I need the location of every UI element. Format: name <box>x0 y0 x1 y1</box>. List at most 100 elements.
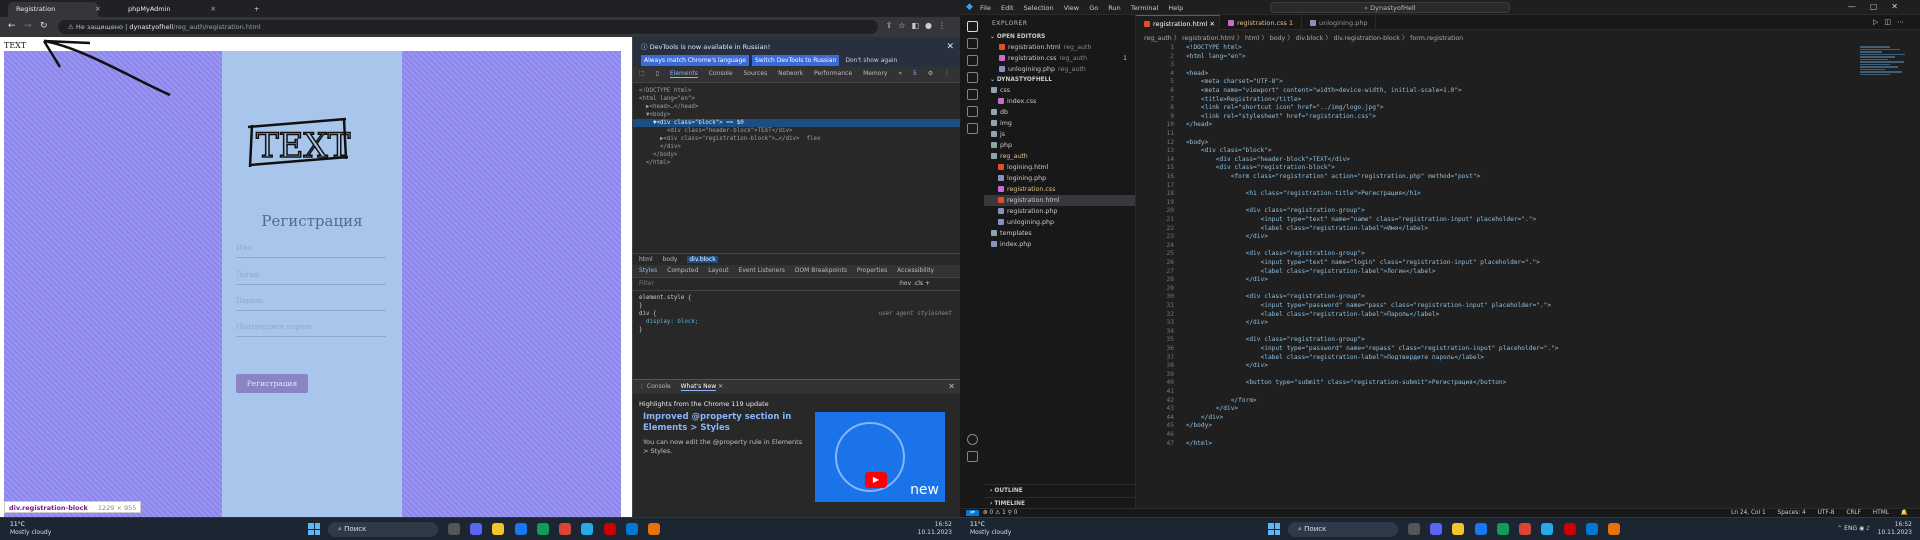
switch-russian-button[interactable]: Switch DevTools to Russian <box>751 55 840 66</box>
match-language-button[interactable]: Always match Chrome's language <box>641 55 749 66</box>
code-line[interactable]: <input type="text" name="name" class="re… <box>1186 216 1537 223</box>
menu-file[interactable]: File <box>980 4 991 12</box>
code-line[interactable]: <link rel="stylesheet" href="registratio… <box>1186 113 1376 120</box>
dom-line[interactable]: ▶<head>…</head> <box>639 104 698 110</box>
crumb-html[interactable]: html <box>639 256 653 263</box>
task-view-icon[interactable] <box>1408 523 1420 535</box>
code-line[interactable]: <div class="block"> <box>1186 147 1272 154</box>
address-bar[interactable]: ⚠ Не защищено | dynastyofhell/reg_auth/r… <box>58 20 878 34</box>
app-icon[interactable] <box>559 523 572 535</box>
explorer-item[interactable]: templates <box>984 228 1135 239</box>
chrome-active-icon[interactable] <box>1608 523 1621 535</box>
tab-elements[interactable]: Elements <box>669 70 698 78</box>
code-line[interactable]: <title>Registration</title> <box>1186 96 1302 103</box>
close-drawer-icon[interactable]: ✕ <box>948 382 955 391</box>
explorer-item[interactable]: unlogining.php reg_auth <box>984 64 1135 75</box>
code-line[interactable]: <input type="text" name="login" class="r… <box>1186 259 1540 266</box>
explorer-icon[interactable] <box>966 21 978 32</box>
code-line[interactable]: <label class="registration-label">Пароль… <box>1186 311 1440 318</box>
kebab-icon[interactable]: ⋮ <box>944 70 950 77</box>
bell-icon[interactable]: 🔔 <box>1901 510 1908 516</box>
source-control-icon[interactable] <box>966 55 978 66</box>
code-line[interactable]: <div class="registration-block"> <box>1186 164 1335 171</box>
tab-registration[interactable]: Registration ✕ <box>8 2 101 17</box>
task-view-icon[interactable] <box>448 523 460 535</box>
editor-tab-unlogining-php[interactable]: unlogining.php <box>1302 15 1376 30</box>
code-line[interactable]: <label class="registration-label">Подтве… <box>1186 354 1485 361</box>
code-line[interactable]: <button type="submit" class="registratio… <box>1186 379 1507 386</box>
gear-icon[interactable]: ⚙ <box>928 70 933 77</box>
forward-icon[interactable]: → <box>24 21 32 31</box>
menu-view[interactable]: View <box>1064 4 1079 12</box>
code-line[interactable]: <link rel="shortcut icon" href="../img/l… <box>1186 104 1384 111</box>
tab-properties[interactable]: Properties <box>857 267 887 274</box>
code-line[interactable]: </div> <box>1186 414 1223 421</box>
dom-line[interactable]: <!DOCTYPE html> <box>639 88 691 94</box>
toolbar-icons[interactable]: ⇪☆◧●⋮ <box>886 21 952 30</box>
back-icon[interactable]: ← <box>8 21 16 31</box>
run-debug-icon[interactable] <box>966 72 978 83</box>
code-line[interactable]: <html lang="en"> <box>1186 53 1246 60</box>
code-line[interactable]: </form> <box>1186 397 1257 404</box>
drawer-tab-whats-new[interactable]: What's New <box>680 383 717 391</box>
menu-run[interactable]: Run <box>1108 4 1120 12</box>
reload-icon[interactable]: ↻ <box>40 21 48 31</box>
editor-actions[interactable]: ▷◫⋯ <box>1873 18 1910 26</box>
opera-icon[interactable] <box>1563 523 1576 535</box>
testing-icon[interactable] <box>966 106 978 117</box>
remote-icon[interactable] <box>966 123 978 134</box>
code-line[interactable]: <div class="registration-group"> <box>1186 207 1365 214</box>
menu-selection[interactable]: Selection <box>1024 4 1054 12</box>
tab-layout[interactable]: Layout <box>708 267 728 274</box>
chrome-active-icon[interactable] <box>648 523 661 535</box>
weather-widget[interactable]: 11°C Mostly cloudy <box>10 521 51 537</box>
system-tray[interactable]: ⌃ ENG ◉ ♪ <box>1837 525 1870 532</box>
code-line[interactable]: <form class="registration" action="regis… <box>1186 173 1481 180</box>
code-line[interactable]: </div> <box>1186 319 1268 326</box>
explorer-item[interactable]: unlogining.php <box>984 217 1135 228</box>
tab-console[interactable]: Console <box>709 70 733 77</box>
tab-computed[interactable]: Computed <box>667 267 698 274</box>
code-line[interactable]: </div> <box>1186 405 1238 412</box>
weather-widget[interactable]: 11°C Mostly cloudy <box>970 521 1011 537</box>
editor-tab-registration-html[interactable]: registration.html ✕ <box>1136 15 1220 30</box>
explorer-item[interactable]: index.php <box>984 239 1135 250</box>
problems-status[interactable]: ⊗ 0 ⚠ 1 ⚲ 0 <box>983 510 1018 516</box>
taskbar-search[interactable]: ⌕ Поиск <box>328 522 438 537</box>
windows-start-icon[interactable] <box>1268 523 1280 535</box>
menu-edit[interactable]: Edit <box>1001 4 1014 12</box>
chrome-icon[interactable] <box>536 523 549 535</box>
line-ending[interactable]: CRLF <box>1846 510 1861 516</box>
close-icon[interactable]: ✕ <box>211 5 216 13</box>
chrome-icon[interactable] <box>1496 523 1509 535</box>
login-field[interactable]: Логин <box>236 271 386 285</box>
opera-icon[interactable] <box>603 523 616 535</box>
file-explorer-icon[interactable] <box>492 523 505 535</box>
code-line[interactable]: <input type="password" name="pass" class… <box>1186 302 1552 309</box>
tab-event-listeners[interactable]: Event Listeners <box>739 267 785 274</box>
windows-start-icon[interactable] <box>308 523 320 535</box>
app-icon[interactable] <box>1474 523 1487 535</box>
explorer-item[interactable]: index.css <box>984 96 1135 107</box>
device-icon[interactable]: ▯ <box>656 70 659 77</box>
dom-line[interactable]: <html lang="en"> <box>639 96 695 102</box>
dom-line[interactable]: </body> <box>639 152 677 158</box>
vscode-icon[interactable] <box>1585 523 1598 535</box>
close-icon[interactable]: ✕ <box>1209 20 1214 28</box>
register-button[interactable]: Регистрация <box>236 374 308 393</box>
discord-icon[interactable] <box>1430 523 1443 535</box>
tab-styles[interactable]: Styles <box>639 267 657 274</box>
dont-show-button[interactable]: Don't show again <box>842 55 900 66</box>
code-line[interactable]: <!DOCTYPE html> <box>1186 44 1242 51</box>
code-line[interactable]: </head> <box>1186 121 1212 128</box>
explorer-item[interactable]: css <box>984 85 1135 96</box>
system-clock[interactable]: 16:52 10.11.2023 <box>918 521 952 537</box>
tab-memory[interactable]: Memory <box>863 70 887 77</box>
code-line[interactable]: <body> <box>1186 139 1208 146</box>
more-tabs-button[interactable]: » <box>898 70 902 77</box>
close-icon[interactable]: ✕ <box>718 383 723 390</box>
dom-tree[interactable]: <!DOCTYPE html> <html lang="en"> ▶<head>… <box>633 83 960 253</box>
feature-heading[interactable]: Improved @property section in Elements >… <box>643 412 803 434</box>
code-line[interactable]: <label class="registration-label">Логин<… <box>1186 268 1436 275</box>
extensions-icon[interactable] <box>966 89 978 100</box>
